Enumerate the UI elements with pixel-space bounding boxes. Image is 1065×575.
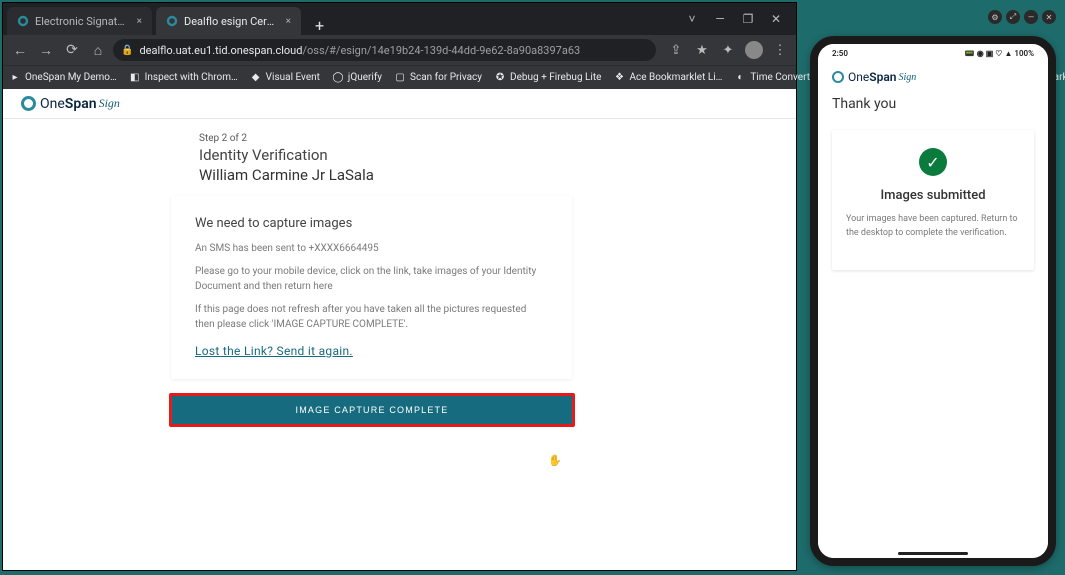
card-title: Images submitted: [846, 188, 1020, 203]
step-indicator: Step 2 of 2: [199, 133, 770, 144]
resend-link[interactable]: Lost the Link? Send it again.: [195, 344, 353, 358]
card-text: Your images have been captured. Return t…: [846, 213, 1020, 240]
browser-window: Electronic Signature, Cloud Auth × Dealf…: [2, 2, 797, 571]
phone-win-btn[interactable]: —: [1024, 10, 1038, 24]
bookmark-item[interactable]: ▢ Scan for Privacy: [394, 72, 482, 84]
bookmark-label: Inspect with Chrom…: [145, 72, 238, 83]
phone-battery: 100%: [1014, 49, 1034, 58]
bookmark-icon: ◧: [129, 72, 141, 84]
lock-icon: 🔒: [121, 45, 133, 56]
cta-wrap: IMAGE CAPTURE COMPLETE: [169, 393, 575, 427]
bookmark-icon: ◯: [332, 72, 344, 84]
bookmark-label: Scan for Privacy: [410, 72, 482, 83]
signer-name: William Carmine Jr LaSala: [199, 166, 770, 184]
phone-status-icons: 📟 ◉ ▣ ♡ ▲: [965, 49, 1013, 58]
tab-dealflo[interactable]: Dealflo esign Ceremony ×: [156, 7, 301, 35]
phone-status-bar: 2:50 📟 ◉ ▣ ♡ ▲ 100%: [818, 44, 1048, 62]
phone-content: OneSpan Sign Thank you ✓ Images submitte…: [818, 62, 1048, 558]
onespan-wordmark: OneSpan: [848, 70, 896, 84]
page-title: Identity Verification: [199, 146, 770, 166]
reload-button[interactable]: ⟳: [61, 39, 83, 61]
phone-win-btn[interactable]: ✕: [1042, 10, 1056, 24]
bookmark-label: Ace Bookmarklet Li…: [629, 72, 722, 83]
phone-app-header: OneSpan Sign: [818, 62, 1048, 88]
phone-win-btn[interactable]: ⚙: [988, 10, 1002, 24]
capture-panel: We need to capture images An SMS has bee…: [171, 196, 572, 379]
phone-time: 2:50: [832, 49, 848, 58]
bookmark-item[interactable]: ◧ Inspect with Chrom…: [129, 72, 238, 84]
toolbar-right: ⇪ ★ ✦ ⋮: [660, 40, 790, 60]
sms-sent-line: An SMS has been sent to +XXXX6664495: [195, 241, 548, 256]
chevron-down-icon[interactable]: ˅: [678, 9, 706, 29]
tab-favicon-dealflo: [166, 15, 178, 27]
tab-close-icon[interactable]: ×: [286, 16, 291, 27]
tab-close-icon[interactable]: ×: [137, 16, 142, 27]
onespan-logo: OneSpan Sign: [21, 96, 120, 112]
avatar[interactable]: [744, 40, 764, 60]
instruction-1: Please go to your mobile device, click o…: [195, 264, 548, 294]
titlebar: Electronic Signature, Cloud Auth × Dealf…: [3, 3, 796, 35]
page-header: OneSpan Sign: [3, 89, 796, 119]
kebab-icon[interactable]: ⋮: [770, 40, 790, 60]
minimize-button[interactable]: —: [706, 9, 734, 29]
bookmark-label: Visual Event: [266, 72, 320, 83]
bookmarks-bar: ▸ OneSpan My Demo… ◧ Inspect with Chrom… ◆…: [3, 65, 796, 89]
bookmark-item[interactable]: ▸ OneSpan My Demo…: [9, 72, 117, 84]
phone-window-controls: ⚙ ⤢ — ✕: [988, 10, 1056, 24]
onespan-sign-suffix: Sign: [99, 96, 120, 111]
toolbar: ← → ⟳ ⌂ 🔒 dealflo.uat.eu1.tid.onespan.cl…: [3, 35, 796, 65]
star-icon[interactable]: ★: [692, 40, 712, 60]
phone-device: 2:50 📟 ◉ ▣ ♡ ▲ 100% OneSpan Sign Thank y…: [810, 36, 1056, 566]
phone-status-right: 📟 ◉ ▣ ♡ ▲ 100%: [965, 49, 1034, 58]
bookmark-item[interactable]: ◯ jQuerify: [332, 72, 382, 84]
extensions-icon[interactable]: ✦: [718, 40, 738, 60]
cursor-icon: ✋: [548, 454, 562, 467]
url-path: /oss/#/esign/14e19b24-139d-44dd-9e62-8a9…: [302, 44, 580, 57]
phone-body: Thank you ✓ Images submitted Your images…: [818, 88, 1048, 278]
bookmark-icon: ✪: [494, 72, 506, 84]
onespan-ring-icon: [832, 71, 844, 83]
tab-label: Electronic Signature, Cloud Auth: [35, 15, 129, 28]
bookmark-icon: ◐: [734, 72, 746, 84]
url-bar[interactable]: 🔒 dealflo.uat.eu1.tid.onespan.cloud /oss…: [113, 39, 656, 61]
check-circle-icon: ✓: [919, 148, 947, 176]
home-button[interactable]: ⌂: [87, 39, 109, 61]
share-icon[interactable]: ⇪: [666, 40, 686, 60]
bookmark-item[interactable]: ❖ Ace Bookmarklet Li…: [613, 72, 722, 84]
bookmark-label: OneSpan My Demo…: [25, 72, 117, 83]
url-host: dealflo.uat.eu1.tid.onespan.cloud: [139, 44, 302, 57]
tabstrip: Electronic Signature, Cloud Auth × Dealf…: [3, 3, 678, 35]
phone-success-card: ✓ Images submitted Your images have been…: [832, 130, 1034, 270]
bookmark-label: jQuerify: [348, 72, 382, 83]
thank-you-heading: Thank you: [832, 96, 1034, 112]
forward-button[interactable]: →: [35, 39, 57, 61]
back-button[interactable]: ←: [9, 39, 31, 61]
image-capture-complete-button[interactable]: IMAGE CAPTURE COMPLETE: [172, 396, 572, 424]
bookmark-icon: ▢: [394, 72, 406, 84]
bookmark-icon: ▸: [9, 72, 21, 84]
onespan-sign-suffix: Sign: [898, 72, 916, 83]
window-controls: ˅ — ❐ ✕: [678, 9, 796, 29]
tab-favicon-onespan: [17, 15, 29, 27]
new-tab-button[interactable]: +: [305, 16, 334, 35]
bookmark-item[interactable]: ✪ Debug + Firebug Lite: [494, 72, 601, 84]
phone-mockup: ⚙ ⤢ — ✕ 2:50 📟 ◉ ▣ ♡ ▲ 100% OneSpan Sign…: [804, 2, 1062, 571]
bookmark-icon: ◆: [250, 72, 262, 84]
tab-label: Dealflo esign Ceremony: [184, 15, 278, 28]
maximize-button[interactable]: ❐: [734, 9, 762, 29]
page: OneSpan Sign Step 2 of 2 Identity Verifi…: [3, 89, 796, 570]
bookmark-icon: ❖: [613, 72, 625, 84]
tab-onespan[interactable]: Electronic Signature, Cloud Auth ×: [7, 7, 152, 35]
bookmark-label: Debug + Firebug Lite: [510, 72, 601, 83]
content: Step 2 of 2 Identity Verification Willia…: [3, 119, 796, 441]
instruction-2: If this page does not refresh after you …: [195, 302, 548, 332]
phone-home-bar[interactable]: [898, 552, 968, 555]
phone-win-btn[interactable]: ⤢: [1006, 10, 1020, 24]
panel-title: We need to capture images: [195, 216, 548, 231]
close-button[interactable]: ✕: [762, 9, 790, 29]
onespan-wordmark: OneSpan: [40, 96, 97, 112]
bookmark-item[interactable]: ◆ Visual Event: [250, 72, 320, 84]
onespan-ring-icon: [21, 96, 36, 111]
